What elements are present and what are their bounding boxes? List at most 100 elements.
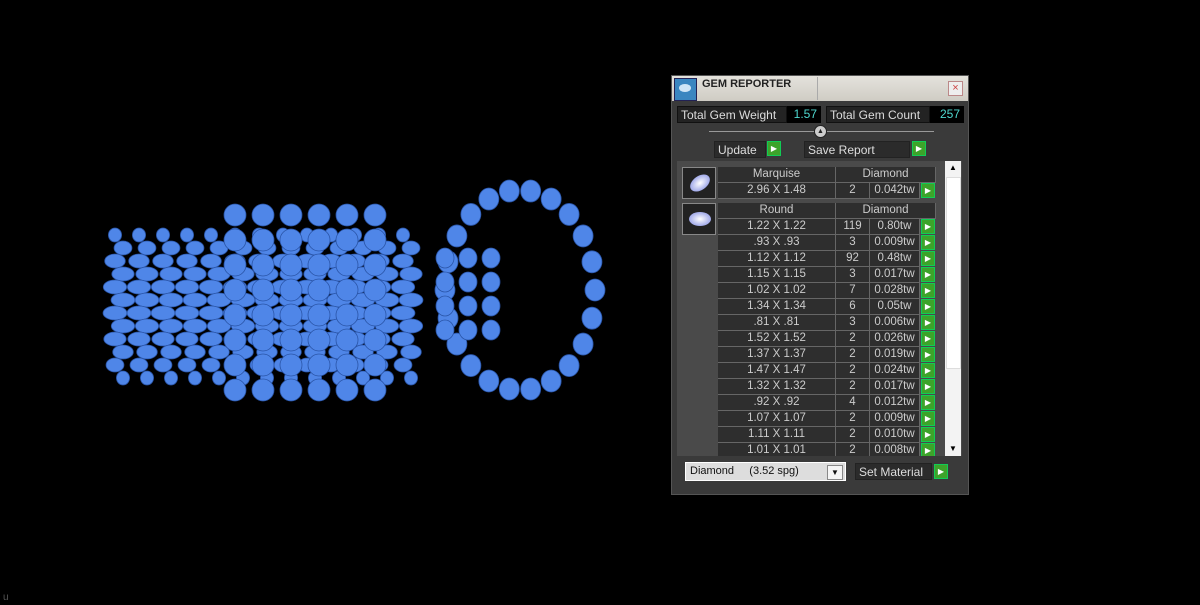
gem-weight-cell: 0.009tw xyxy=(870,411,920,427)
gem-stone xyxy=(251,253,275,277)
gem-stone xyxy=(335,303,359,327)
3d-viewport-ring-model[interactable] xyxy=(0,0,660,605)
gem-size-cell[interactable]: 1.32 X 1.32 xyxy=(718,379,836,395)
save-report-go-icon[interactable]: ▶ xyxy=(912,141,926,156)
select-gems-go-icon[interactable]: ▶ xyxy=(921,235,935,250)
gem-stone xyxy=(156,227,170,243)
gem-stone xyxy=(223,203,247,227)
gem-size-cell[interactable]: 1.02 X 1.02 xyxy=(718,283,836,299)
set-material-button[interactable]: Set Material xyxy=(855,463,932,480)
gem-stone xyxy=(390,279,416,295)
select-gems-go-icon[interactable]: ▶ xyxy=(921,283,935,298)
gem-count-cell: 2 xyxy=(836,363,870,379)
select-gems-go-icon[interactable]: ▶ xyxy=(921,347,935,362)
gem-size-cell[interactable]: 1.52 X 1.52 xyxy=(718,331,836,347)
material-select-value: Diamond (3.52 spg) xyxy=(690,465,799,477)
gem-stone xyxy=(398,318,424,334)
gem-stone xyxy=(335,228,359,252)
gem-stone xyxy=(134,292,160,308)
shape-header: Round xyxy=(718,203,836,219)
gem-stone xyxy=(401,240,421,256)
gem-stone xyxy=(200,253,222,269)
gem-list[interactable]: Marquise Diamond 2.96 X 1.48 2 0.042tw ▶ Round… xyxy=(677,161,962,456)
gem-stone xyxy=(581,250,603,274)
select-gems-go-icon[interactable]: ▶ xyxy=(921,395,935,410)
gem-size-cell[interactable]: 1.11 X 1.11 xyxy=(718,427,836,443)
gem-size-cell[interactable]: 1.22 X 1.22 xyxy=(718,219,836,235)
update-button[interactable]: Update xyxy=(714,141,766,158)
total-gem-count-label: Total Gem Count xyxy=(826,106,930,123)
set-material-go-icon[interactable]: ▶ xyxy=(934,464,948,479)
gem-size-cell[interactable]: .93 X .93 xyxy=(718,235,836,251)
gem-size-cell[interactable]: 2.96 X 1.48 xyxy=(718,183,836,199)
gem-stone xyxy=(279,328,303,352)
gem-weight-cell: 0.010tw xyxy=(870,427,920,443)
gem-size-cell[interactable]: 1.12 X 1.12 xyxy=(718,251,836,267)
gem-stone xyxy=(307,353,331,377)
select-gems-go-icon[interactable]: ▶ xyxy=(921,251,935,266)
gem-stone xyxy=(335,203,359,227)
material-select[interactable]: Diamond (3.52 spg) ▼ xyxy=(685,462,846,481)
title-bar[interactable]: GEM REPORTER × xyxy=(672,76,968,101)
gem-count-cell: 92 xyxy=(836,251,870,267)
gem-stone xyxy=(223,253,247,277)
gem-stone xyxy=(102,305,128,321)
gem-stone xyxy=(363,378,387,402)
select-gems-go-icon[interactable]: ▶ xyxy=(921,411,935,426)
gem-stone xyxy=(151,331,175,347)
gem-stone xyxy=(399,266,423,282)
close-icon[interactable]: × xyxy=(948,81,963,96)
gem-weight-cell: 0.48tw xyxy=(870,251,920,267)
gem-weight-cell: 0.028tw xyxy=(870,283,920,299)
gem-count-cell: 3 xyxy=(836,235,870,251)
scroll-up-icon[interactable]: ▲ xyxy=(945,161,961,175)
select-gems-go-icon[interactable]: ▶ xyxy=(921,219,935,234)
select-gems-go-icon[interactable]: ▶ xyxy=(921,183,935,198)
gem-stone xyxy=(540,369,562,393)
gem-size-cell[interactable]: 1.47 X 1.47 xyxy=(718,363,836,379)
gem-stone xyxy=(279,253,303,277)
scroll-thumb[interactable] xyxy=(946,177,961,369)
gem-size-cell[interactable]: 1.15 X 1.15 xyxy=(718,267,836,283)
gem-stone xyxy=(435,295,455,317)
gem-size-cell[interactable]: .92 X .92 xyxy=(718,395,836,411)
gem-stone xyxy=(572,332,594,356)
select-gems-go-icon[interactable]: ▶ xyxy=(921,331,935,346)
select-gems-go-icon[interactable]: ▶ xyxy=(921,363,935,378)
gem-size-cell[interactable]: 1.37 X 1.37 xyxy=(718,347,836,363)
select-gems-go-icon[interactable]: ▶ xyxy=(921,267,935,282)
scroll-down-icon[interactable]: ▼ xyxy=(945,442,961,456)
gem-stone xyxy=(110,292,136,308)
select-gems-go-icon[interactable]: ▶ xyxy=(921,299,935,314)
gem-stone xyxy=(104,253,126,269)
gem-stone xyxy=(183,266,207,282)
collapse-toggle-icon[interactable]: ▲ xyxy=(814,125,827,138)
save-report-button[interactable]: Save Report xyxy=(804,141,910,158)
gem-stone xyxy=(112,344,134,360)
gem-size-cell[interactable]: 1.01 X 1.01 xyxy=(718,443,836,456)
gem-stone xyxy=(279,378,303,402)
shape-header: Marquise xyxy=(718,167,836,183)
select-gems-go-icon[interactable]: ▶ xyxy=(921,379,935,394)
gem-size-cell[interactable]: 1.07 X 1.07 xyxy=(718,411,836,427)
gem-stone xyxy=(176,253,198,269)
update-go-icon[interactable]: ▶ xyxy=(767,141,781,156)
select-gems-go-icon[interactable]: ▶ xyxy=(921,315,935,330)
gem-reporter-app-icon xyxy=(674,78,697,101)
gem-stone xyxy=(458,247,478,269)
gem-stone xyxy=(363,353,387,377)
chevron-down-icon[interactable]: ▼ xyxy=(827,465,843,480)
gem-count-cell: 2 xyxy=(836,183,870,199)
gem-weight-cell: 0.024tw xyxy=(870,363,920,379)
gem-stone xyxy=(279,303,303,327)
gem-stone xyxy=(223,303,247,327)
select-gems-go-icon[interactable]: ▶ xyxy=(921,427,935,442)
gem-stone xyxy=(520,377,542,401)
gem-stone xyxy=(199,331,223,347)
gem-size-cell[interactable]: .81 X .81 xyxy=(718,315,836,331)
gem-stone xyxy=(363,303,387,327)
gem-size-cell[interactable]: 1.34 X 1.34 xyxy=(718,299,836,315)
list-scrollbar[interactable]: ▲ ▼ xyxy=(945,161,961,456)
gem-stone xyxy=(398,292,424,308)
select-gems-go-icon[interactable]: ▶ xyxy=(921,443,935,456)
